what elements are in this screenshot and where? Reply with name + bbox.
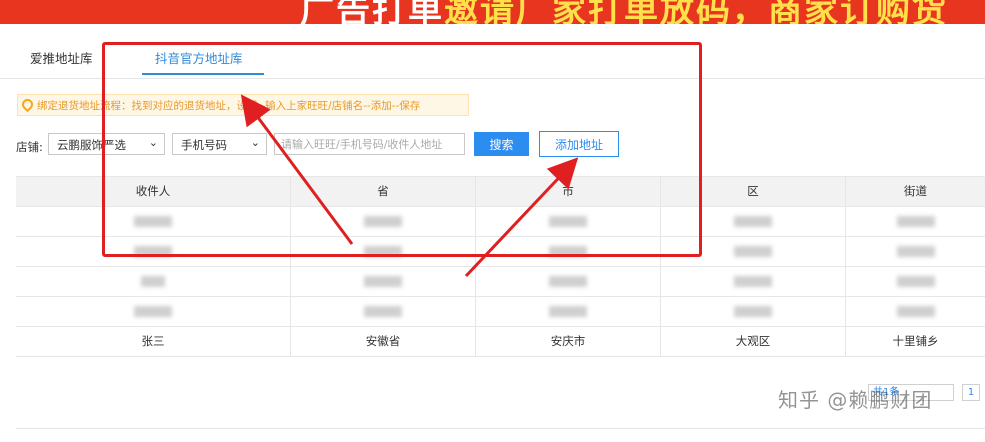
redacted-cell [476,207,661,236]
table-row-redacted [16,297,985,327]
redacted-text [549,276,587,287]
column-recipient: 收件人 [16,177,291,206]
redacted-text [896,216,935,227]
redacted-cell [661,207,846,236]
tab-aitui-address[interactable]: 爱推地址库 [30,48,93,67]
redacted-text [134,216,172,227]
table-row-redacted [16,237,985,267]
redacted-text [549,306,587,317]
redacted-text [134,306,172,317]
redacted-cell [661,297,846,326]
table-row-redacted [16,267,985,297]
redacted-cell [846,267,985,296]
store-select[interactable]: 云鹏服饰严选 ⌄ [48,133,165,155]
promo-banner: 广告打单邀请厂家打单放码，商家订购货 [0,0,985,24]
redacted-cell [291,297,476,326]
redacted-cell [16,267,291,296]
redacted-text [364,306,402,317]
pager-page-1[interactable]: 1 [962,384,980,401]
column-street: 街道 [904,184,927,198]
location-pin-icon [19,96,36,113]
redacted-text [734,216,772,227]
redacted-text [364,276,402,287]
redacted-text [549,246,587,257]
redacted-cell [846,207,985,236]
redacted-cell [661,267,846,296]
instruction-tip: 绑定退货地址流程：找到对应的退货地址，设置--输入上家旺旺/店铺名--添加--保… [17,94,469,116]
pager-page-number: 1 [967,387,975,398]
watermark: 知乎 @赖鹏财团 [778,388,933,412]
redacted-cell [291,207,476,236]
redacted-text [364,216,402,227]
redacted-text [549,216,587,227]
address-table: 收件人 省 市 区 街道 张三 安徽省 安庆市 大观区 十里铺乡 [16,176,985,357]
chevron-down-icon: ⌄ [250,136,260,149]
tip-text: 绑定退货地址流程：找到对应的退货地址，设置--输入上家旺旺/店铺名--添加--保… [37,100,421,112]
column-district: 区 [661,177,846,206]
banner-text-white: 广告打单 [300,0,444,24]
redacted-cell [661,237,846,266]
table-row-redacted [16,207,985,237]
search-input[interactable] [274,133,465,155]
redacted-cell [291,237,476,266]
redacted-text [896,276,935,287]
redacted-cell [16,237,291,266]
store-label: 店铺: [16,140,43,154]
redacted-cell [476,267,661,296]
table-header: 收件人 省 市 区 街道 [16,176,985,207]
redacted-text [141,276,165,287]
redacted-cell [476,237,661,266]
redacted-cell [16,207,291,236]
redacted-cell [846,237,985,266]
search-button[interactable]: 搜索 [474,132,529,156]
redacted-text [134,246,172,257]
chevron-down-icon: ⌄ [148,136,158,149]
active-tab-underline [142,73,264,75]
redacted-text [896,306,935,317]
redacted-cell [846,297,985,326]
redacted-cell [291,267,476,296]
redacted-text [896,246,935,257]
search-type-select[interactable]: 手机号码 ⌄ [172,133,267,155]
redacted-text [734,306,772,317]
redacted-text [734,276,772,287]
tab-douyin-address[interactable]: 抖音官方地址库 [155,48,243,67]
column-province: 省 [291,177,476,206]
redacted-text [364,246,402,257]
search-type-value: 手机号码 [181,138,227,152]
add-address-button[interactable]: 添加地址 [539,131,619,157]
column-city: 市 [476,177,661,206]
tab-bar: 爱推地址库 抖音官方地址库 [0,36,985,79]
redacted-cell [16,297,291,326]
banner-text-yellow: 邀请厂家打单放码，商家订购货 [444,0,948,24]
redacted-text [734,246,772,257]
store-select-value: 云鹏服饰严选 [57,138,126,152]
banner-text: 广告打单邀请厂家打单放码，商家订购货 [300,0,948,24]
redacted-cell [476,297,661,326]
